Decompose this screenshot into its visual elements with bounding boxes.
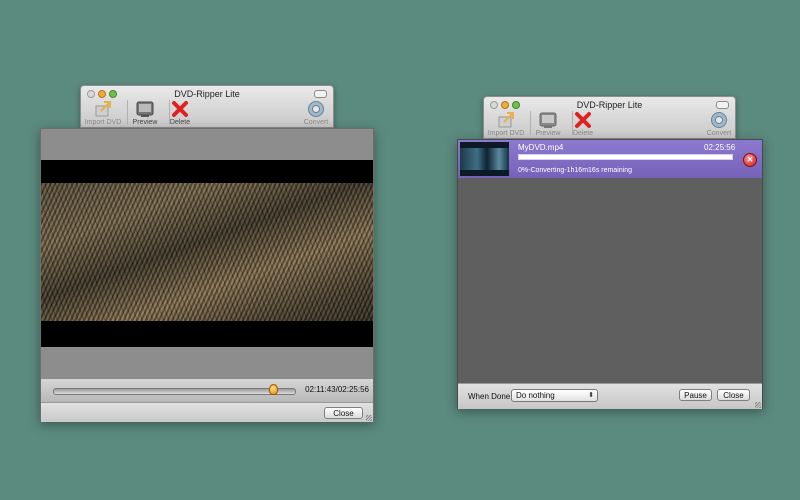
- close-button[interactable]: Close: [324, 407, 363, 419]
- thumbnail-image: [460, 148, 509, 170]
- preview-icon: [539, 111, 557, 129]
- job-progress-bar: [518, 154, 733, 160]
- convert-window: MyDVD.mp4 02:25:56 0%-Converting-1h16m16…: [457, 139, 763, 409]
- playback-slider[interactable]: [53, 388, 296, 395]
- when-done-value: Do nothing: [516, 391, 555, 400]
- playback-slider-knob[interactable]: [268, 384, 278, 395]
- video-player[interactable]: [41, 160, 373, 347]
- toolbar-toggle-button[interactable]: [716, 101, 729, 109]
- time-readout: 02:11:43/02:25:56: [305, 385, 369, 394]
- import-dvd-icon: [497, 111, 515, 129]
- conversion-job-row[interactable]: MyDVD.mp4 02:25:56 0%-Converting-1h16m16…: [458, 140, 762, 178]
- resize-handle[interactable]: [366, 415, 372, 421]
- delete-icon: [574, 111, 592, 129]
- close-button[interactable]: Close: [717, 389, 750, 401]
- when-done-select[interactable]: Do nothing ⬍: [511, 389, 598, 402]
- job-status: 0%-Converting-1h16m16s remaining: [518, 167, 633, 174]
- delete-button[interactable]: Delete: [158, 100, 202, 126]
- window-title: DVD-Ripper Lite: [174, 89, 240, 99]
- preview-window-footer: Close: [41, 402, 373, 422]
- convert-icon: [710, 111, 728, 129]
- preview-window: 02:11:43/02:25:56 Close: [40, 128, 374, 422]
- convert-icon: [307, 100, 325, 118]
- when-done-label: When Done: [468, 392, 511, 401]
- convert-button[interactable]: Convert: [294, 100, 338, 126]
- preview-icon: [136, 100, 154, 118]
- video-frame: [41, 183, 373, 321]
- playback-controls: 02:11:43/02:25:56: [41, 378, 373, 403]
- import-dvd-button[interactable]: Import DVD: [81, 100, 125, 126]
- cancel-icon[interactable]: ✕: [743, 153, 757, 167]
- convert-window-footer: When Done Do nothing ⬍ Pause Close: [458, 383, 762, 409]
- toolbar-toggle-button[interactable]: [314, 90, 327, 98]
- convert-button[interactable]: Convert: [697, 111, 741, 137]
- import-dvd-icon: [94, 100, 112, 118]
- window-title: DVD-Ripper Lite: [576, 100, 643, 110]
- job-file-name: MyDVD.mp4: [518, 143, 564, 152]
- chevron-updown-icon: ⬍: [588, 392, 594, 399]
- import-dvd-button[interactable]: Import DVD: [484, 111, 528, 137]
- job-duration: 02:25:56: [704, 143, 736, 152]
- resize-handle[interactable]: [755, 402, 761, 408]
- pause-button[interactable]: Pause: [679, 389, 712, 401]
- convert-window-toolbar: DVD-Ripper Lite Import DVD Preview Delet…: [483, 96, 736, 139]
- delete-icon: [171, 100, 189, 118]
- preview-window-toolbar: DVD-Ripper Lite Import DVD Preview Delet…: [80, 85, 334, 128]
- delete-button[interactable]: Delete: [561, 111, 605, 137]
- job-thumbnail: [460, 142, 509, 176]
